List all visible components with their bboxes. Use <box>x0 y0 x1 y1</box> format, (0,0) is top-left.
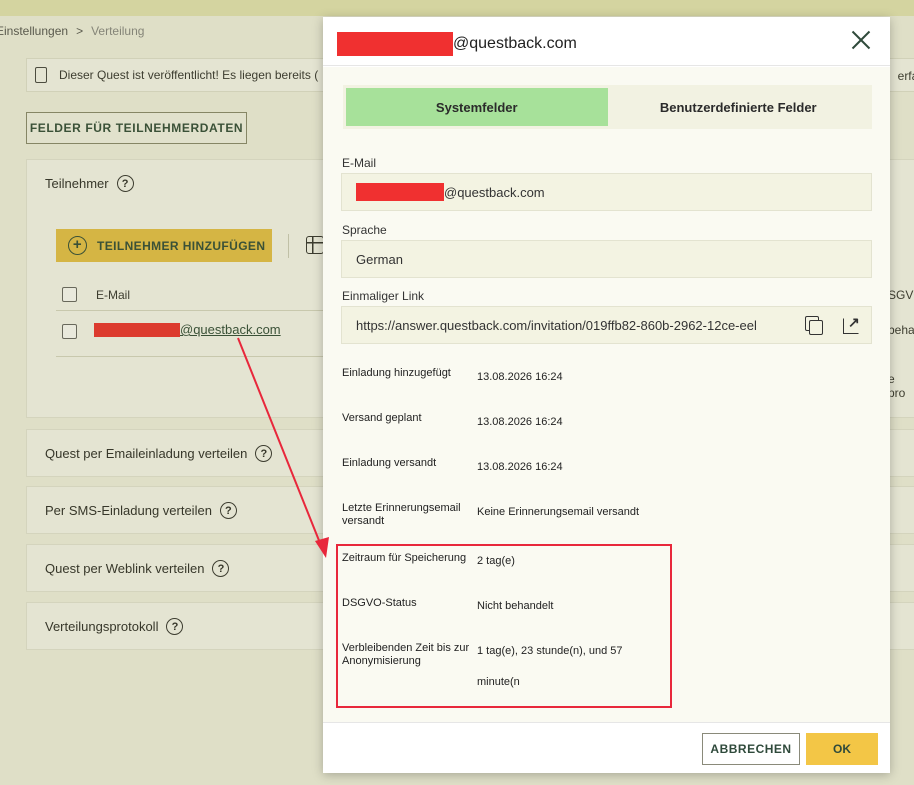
annotation-arrow <box>237 337 329 558</box>
